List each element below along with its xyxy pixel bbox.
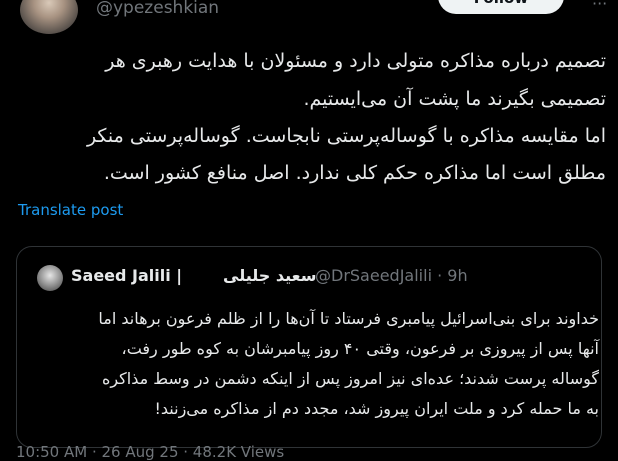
quoted-author-name[interactable]: Saeed Jalili | — [71, 266, 182, 285]
translate-post-link[interactable]: Translate post — [18, 201, 123, 219]
tweet-text-line: مطلق است اما مذاکره حکم کلی ندارد. اصل م… — [103, 162, 606, 184]
quoted-author-handle-time: @DrSaeedJalili · 9h — [315, 266, 468, 285]
tweet-text-line: تصمیمی بگیرند ما پشت آن می‌ایستیم. — [303, 88, 606, 110]
author-handle[interactable]: @ypezeshkian — [96, 0, 219, 18]
tweet-text-line: تصمیم درباره مذاکره متولی دارد و مسئولان… — [105, 50, 606, 72]
quoted-post[interactable]: Saeed Jalili | سعید جلیلی @DrSaeedJalili… — [16, 246, 602, 448]
quoted-author-name-fa[interactable]: سعید جلیلی — [223, 266, 316, 285]
follow-button[interactable]: Follow — [438, 0, 564, 14]
tweet-text-line: اما مقایسه مذاکره با گوساله‌پرستی نابجاس… — [86, 125, 606, 147]
quoted-text-line: خداوند برای بنی‌اسرائیل پیامبری فرستاد ت… — [98, 309, 599, 328]
more-options-icon[interactable]: ··· — [592, 0, 607, 13]
quoted-text-line: آنها پس از پیروزی بر فرعون، وقتی ۴۰ روز … — [121, 339, 599, 358]
post-meta: 10:50 AM · 26 Aug 25 · 48.2K Views — [16, 443, 285, 461]
quoted-author-avatar[interactable] — [37, 265, 63, 291]
author-avatar[interactable] — [20, 0, 78, 34]
quoted-text-line: گوساله پرست شدند؛ عده‌ای نیز امروز پس از… — [101, 369, 599, 388]
quoted-text-line: به ما حمله کرد و ملت ایران پیروز شد، مجد… — [154, 399, 599, 418]
